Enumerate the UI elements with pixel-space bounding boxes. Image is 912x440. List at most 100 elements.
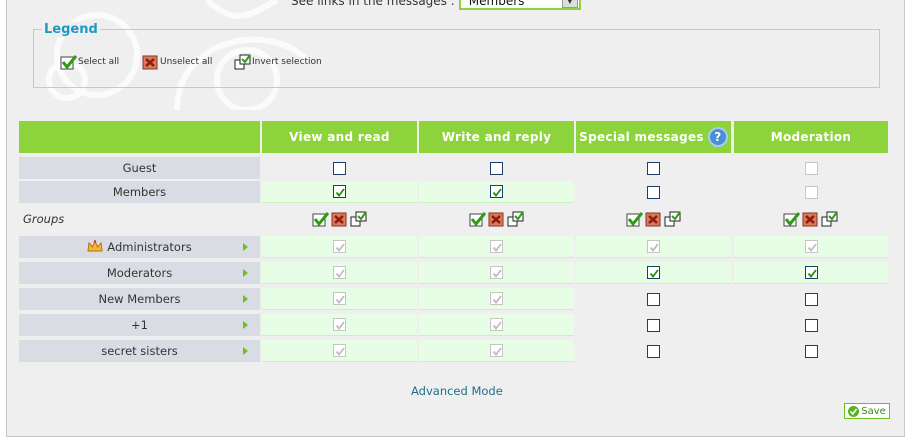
bulk-action-icons — [783, 211, 839, 227]
invert-selection-icon[interactable] — [350, 211, 368, 227]
column-header-label: Write and reply — [441, 130, 552, 144]
permission-checkbox[interactable] — [647, 318, 660, 332]
permission-cell — [262, 288, 417, 310]
expand-arrow-icon[interactable] — [243, 243, 248, 251]
groups-section-label: Groups — [23, 212, 65, 226]
permission-checkbox[interactable] — [647, 292, 660, 306]
chevron-down-icon[interactable]: ▼ — [561, 0, 578, 8]
permission-cell — [576, 262, 731, 284]
bulk-action-icons — [312, 211, 368, 227]
permission-cell — [734, 288, 888, 310]
legend-invert-selection-label: Invert selection — [252, 57, 322, 67]
links-filter-label: See links in the messages : — [291, 0, 455, 8]
column-header: Special messages? — [576, 121, 731, 153]
unselect-all-icon[interactable] — [645, 211, 663, 227]
permission-checkbox[interactable] — [804, 318, 818, 332]
links-filter-select[interactable]: Members ▼ — [458, 0, 581, 10]
permission-cell — [419, 236, 574, 258]
unselect-all-icon[interactable] — [802, 211, 820, 227]
help-icon[interactable]: ? — [707, 127, 728, 147]
permission-cell — [419, 288, 574, 310]
permission-checkbox-disabled — [490, 344, 503, 357]
permission-cell — [419, 181, 574, 203]
permission-checkbox-disabled — [490, 240, 503, 253]
unselect-all-icon[interactable] — [488, 211, 506, 227]
row-label-text: Guest — [122, 161, 157, 175]
permission-checkbox[interactable] — [333, 161, 346, 175]
invert-selection-icon[interactable] — [664, 211, 682, 227]
permission-checkbox-disabled — [490, 318, 503, 331]
row-label-text: +1 — [131, 318, 148, 332]
legend-unselect-all-label: Unselect all — [160, 57, 213, 67]
table-header-corner — [19, 121, 260, 153]
permission-checkbox[interactable] — [647, 185, 660, 199]
permission-checkbox-disabled — [333, 240, 346, 253]
links-filter-row: See links in the messages : Members ▼ — [291, 0, 581, 10]
permission-cell — [262, 314, 417, 336]
permission-checkbox[interactable] — [804, 292, 818, 306]
permissions-panel: See links in the messages : Members ▼ Le… — [6, 0, 905, 437]
bulk-actions-cell — [576, 208, 731, 230]
expand-arrow-icon[interactable] — [243, 321, 248, 329]
group-row-label: New Members — [19, 288, 260, 310]
bulk-action-icons — [469, 211, 525, 227]
row-label-text: Administrators — [107, 240, 192, 254]
legend-title: Legend — [42, 22, 100, 37]
legend-select-all: Select all — [60, 54, 119, 70]
advanced-mode-link[interactable]: Advanced Mode — [411, 384, 503, 398]
permission-cell — [419, 262, 574, 284]
permission-checkbox[interactable] — [804, 266, 818, 279]
invert-selection-icon[interactable] — [821, 211, 839, 227]
save-button[interactable]: Save — [844, 403, 890, 419]
unselect-all-icon — [142, 54, 160, 70]
row-label-text: Moderators — [106, 266, 173, 280]
group-row-label: Moderators — [19, 262, 260, 284]
permission-checkbox[interactable] — [490, 161, 503, 175]
group-row-label: Administrators — [19, 236, 260, 258]
permission-cell — [576, 157, 731, 179]
group-row-label: +1 — [19, 314, 260, 336]
permission-cell — [419, 340, 574, 362]
expand-arrow-icon[interactable] — [243, 347, 248, 355]
column-header: Write and reply — [419, 121, 574, 153]
links-filter-selected-value: Members — [468, 0, 525, 8]
invert-selection-icon — [234, 54, 252, 70]
permission-checkbox-disabled — [490, 292, 503, 305]
permission-checkbox[interactable] — [333, 185, 346, 198]
permission-cell — [734, 157, 888, 179]
invert-selection-icon[interactable] — [507, 211, 525, 227]
unselect-all-icon[interactable] — [331, 211, 349, 227]
bulk-actions-cell — [262, 208, 417, 230]
permission-checkbox-disabled — [490, 266, 503, 279]
row-label-text: New Members — [98, 292, 181, 306]
permission-checkbox[interactable] — [490, 185, 503, 198]
group-row-label: secret sisters — [19, 340, 260, 362]
permission-cell — [419, 314, 574, 336]
permission-checkbox-disabled — [804, 185, 818, 199]
permission-cell — [576, 314, 731, 336]
select-all-icon[interactable] — [626, 211, 644, 227]
select-all-icon[interactable] — [783, 211, 801, 227]
permission-cell — [262, 236, 417, 258]
permission-checkbox-disabled — [333, 266, 346, 279]
expand-arrow-icon[interactable] — [243, 295, 248, 303]
member-row-label: Guest — [19, 157, 260, 179]
permission-cell — [262, 262, 417, 284]
permission-checkbox[interactable] — [647, 266, 660, 279]
permission-cell — [734, 236, 888, 258]
bulk-actions-cell — [734, 208, 888, 230]
column-header-label: View and read — [289, 130, 390, 144]
row-label-text: Members — [112, 185, 167, 199]
permission-checkbox[interactable] — [647, 161, 660, 175]
select-all-icon[interactable] — [312, 211, 330, 227]
legend-select-all-label: Select all — [78, 57, 120, 67]
permission-checkbox[interactable] — [647, 344, 660, 358]
permission-cell — [576, 288, 731, 310]
expand-arrow-icon[interactable] — [243, 269, 248, 277]
permission-cell — [262, 340, 417, 362]
select-all-icon[interactable] — [469, 211, 487, 227]
permission-checkbox-disabled — [804, 240, 818, 253]
permission-checkbox[interactable] — [804, 344, 818, 358]
crown-icon — [87, 239, 103, 255]
permission-cell — [576, 236, 731, 258]
